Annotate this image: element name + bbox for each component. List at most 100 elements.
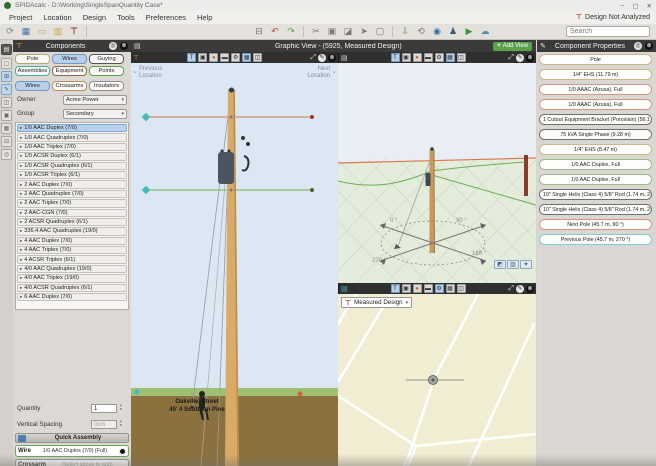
side-add-icon[interactable]: ⊞ [1,71,12,82]
expand-arrow-icon[interactable]: ▸ [20,182,22,188]
lock-icon[interactable]: ◉ [430,25,444,38]
design-selector-dropdown[interactable]: ⊤ Measured Design ▾ [341,297,412,308]
text-tool-icon[interactable]: T [391,53,400,62]
expand-view-icon[interactable]: ⤢ [310,54,316,62]
node-tool-icon[interactable]: ● [209,53,218,62]
wire-list-item[interactable]: ▸ 4 AAC Triplex (7/0) [17,246,127,254]
group-select[interactable]: Secondary ▾ [63,109,127,119]
wire-list-item[interactable]: ▸ 2 AAC-CGN (7/0) [17,209,127,217]
side-grid-icon[interactable]: ▦ [1,123,12,134]
wire-list-item[interactable]: ▸ 1/0 AAC Triplex (7/0) [17,143,127,151]
measure-tool-icon[interactable]: ▬ [220,53,229,62]
measure-tool-icon[interactable]: ▬ [424,284,433,293]
wire-list-item[interactable]: ▸ 1/0 ACSR Duplex (6/1) [17,152,127,160]
component-pill[interactable]: 1/0 AAC Duplex, Full [539,159,652,170]
add-view-button[interactable]: + Add View [493,42,532,51]
wire-list-item[interactable]: ▸ 6 AAC Duplex (7/0) [17,293,127,301]
pin-panel-icon[interactable]: ◎ [109,42,117,50]
category-button[interactable]: Guying [89,54,124,64]
close-view-icon[interactable]: ⊗ [526,285,534,293]
component-pill[interactable]: 1/0 AAAC (Azusa), Full [539,84,652,95]
sync-icon[interactable]: ⟳ [3,25,17,38]
expand-arrow-icon[interactable]: ▸ [20,172,22,178]
component-pill[interactable]: 1/0 AAAC (Azusa), Full [539,99,652,110]
close-panel-icon[interactable]: ⊗ [645,42,653,50]
map-view[interactable]: ⊤ Measured Design ▾ [338,294,536,466]
settings-icon[interactable]: ⚙ [435,284,444,293]
edit-view-icon[interactable]: ✎ [318,54,326,62]
wire-list-item[interactable]: ▸ 4/0 AAC Quadruplex (19/0) [17,265,127,273]
category-button[interactable]: Equipment [52,66,87,76]
wire-list-item[interactable]: ▸ 1/0 ACSR Triplex (6/1) [17,171,127,179]
expand-arrow-icon[interactable]: ▸ [20,275,22,281]
category-button[interactable]: Pole [15,54,50,64]
menu-item[interactable]: Project [9,13,32,22]
wire-list-item[interactable]: ▸ 1/0 AAC Quadruplex (7/0) [17,133,127,141]
expand-view-icon[interactable]: ⤢ [508,285,514,293]
close-button[interactable]: ✕ [647,2,652,10]
pole-tool-icon[interactable]: ⊤ [67,25,81,38]
component-pill[interactable]: 1/0 AAC Duplex, Full [539,174,652,185]
expand-arrow-icon[interactable]: ▸ [20,200,22,206]
expand-arrow-icon[interactable]: ▸ [20,285,22,291]
snapshot-icon[interactable]: ▦ [446,53,455,62]
expand-arrow-icon[interactable]: ▸ [20,228,22,234]
expand-arrow-icon[interactable]: ▸ [20,210,22,216]
menu-item[interactable]: Help [197,13,212,22]
side-remove-icon[interactable]: ⊟ [1,136,12,147]
wire-list-item[interactable]: ▸ 1/0 AAC Duplex (7/0) [17,124,127,132]
node-tool-icon[interactable]: ● [413,284,422,293]
expand-arrow-icon[interactable]: ▸ [20,135,22,141]
select-target-icon[interactable] [119,448,126,455]
edit-view-icon[interactable]: ✎ [516,54,524,62]
cloud-icon[interactable]: ☁ [478,25,492,38]
delete-icon[interactable]: ⊟ [252,25,266,38]
text-tool-icon[interactable]: T [391,284,400,293]
owner-select[interactable]: Acme Power ▾ [63,95,127,105]
category-button[interactable]: Wires [52,54,87,64]
snapshot-icon[interactable]: ▦ [446,284,455,293]
expand-arrow-icon[interactable]: ▸ [20,266,22,272]
search-input[interactable] [566,26,650,37]
wire-list-item[interactable]: ▸ 4/0 AAC Triplex (19/0) [17,274,127,282]
paste-icon[interactable]: ◪ [341,25,355,38]
quick-assembly-wire-row[interactable]: Wire 1/0 AAC Duplex (7/0) (Full) [15,445,129,457]
category-button[interactable]: Points [89,66,124,76]
component-pill[interactable]: 10" Single Helix (Class 4) 5/8" Rod (1.7… [539,189,652,200]
restore-icon[interactable]: ⟲ [414,25,428,38]
layers-icon[interactable]: ◫ [457,53,466,62]
vertical-spacing-input[interactable]: 0cm [91,420,117,429]
cut-icon[interactable]: ✂ [309,25,323,38]
expand-arrow-icon[interactable]: ▸ [20,191,22,197]
profile-view[interactable]: ⌄ PreviousLocation ⌄ NextLocation [131,63,338,466]
layers-icon[interactable]: ◫ [253,53,262,62]
side-target-icon[interactable]: ◎ [1,149,12,160]
open-folder-icon[interactable]: ▭ [35,25,49,38]
expand-arrow-icon[interactable]: ▸ [20,163,22,169]
quantity-input[interactable]: 1 [91,404,117,413]
component-pill[interactable]: 1/4" EHS (11.79 m) [539,69,652,80]
wire-list-item[interactable]: ▸ 336.4 AAC Quadruplex (19/0) [17,227,127,235]
wire-list-item[interactable]: ▸ 2 AAC Quadruplex (7/0) [17,190,127,198]
undo-icon[interactable]: ↶ [268,25,282,38]
subtab-button[interactable]: Wires [15,81,50,91]
component-pill[interactable]: Next Pole (45.7 m, 90 °) [539,219,652,230]
annotation-icon[interactable]: ▣ [402,53,411,62]
component-pill[interactable]: Pole [539,54,652,65]
pointer-icon[interactable]: ➤ [357,25,371,38]
import-folder-icon[interactable]: ▥ [51,25,65,38]
menu-item[interactable]: Location [43,13,71,22]
redo-icon[interactable]: ↷ [284,25,298,38]
side-copy-icon[interactable]: ▣ [1,110,12,121]
node-tool-icon[interactable]: ● [413,53,422,62]
annotation-icon[interactable]: ▣ [402,284,411,293]
wire-list-item[interactable]: ▸ 2 AAC Triplex (7/0) [17,199,127,207]
tools-button[interactable]: ✦ [520,260,532,269]
measure-tool-icon[interactable]: ▬ [424,53,433,62]
component-pill[interactable]: 10" Single Helix (Class 4) 5/8" Rod (1.7… [539,204,652,215]
expand-arrow-icon[interactable]: ▸ [20,144,22,150]
close-view-icon[interactable]: ⊗ [526,54,534,62]
menu-item[interactable]: Tools [117,13,135,22]
edit-pencil-icon[interactable]: ✎ [540,42,546,50]
copy-icon[interactable]: ▣ [325,25,339,38]
